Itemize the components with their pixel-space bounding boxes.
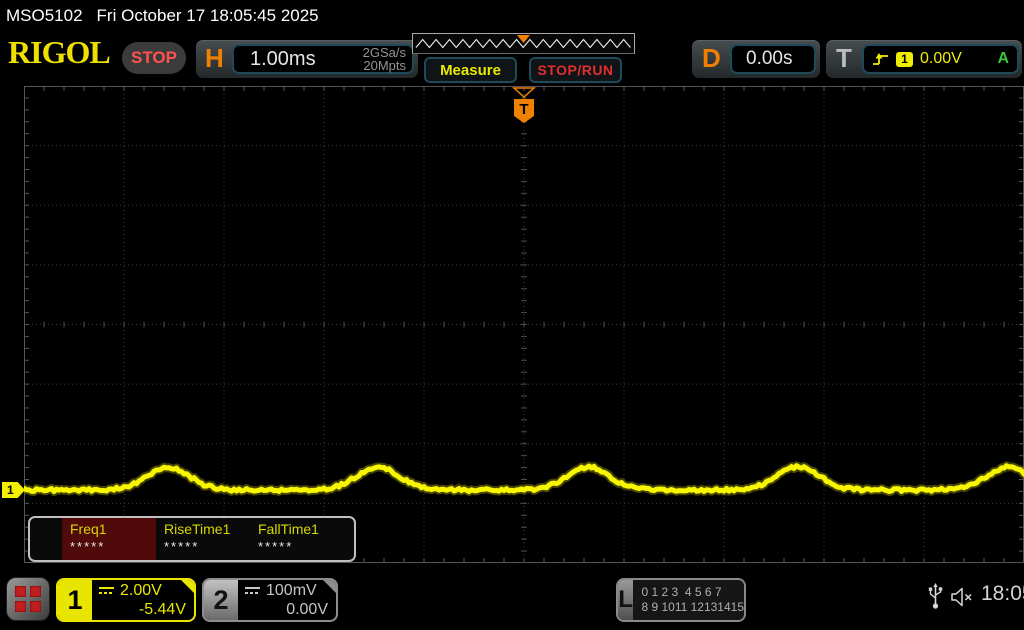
bottom-bar: 1 2.00V -5.44V 2	[0, 570, 1024, 630]
logic-label: L	[618, 580, 633, 620]
rigol-logo: RIGOL	[8, 34, 110, 71]
horizontal-settings-button[interactable]: H 1.00ms 2GSa/s 20Mpts	[196, 40, 418, 78]
quick-menu-button[interactable]	[6, 577, 50, 621]
measurement-panel[interactable]: Freq1 ***** RiseTime1 ***** FallTime1 **…	[28, 516, 356, 562]
sample-rate-memdepth: 2GSa/s 20Mpts	[363, 46, 406, 72]
channel2-status-button[interactable]: 2 100mV 0.00V	[202, 578, 338, 622]
trigger-source-badge: 1	[896, 52, 913, 67]
delay-label: D	[702, 43, 721, 74]
logic-channels-button[interactable]: L 0 1 2 3 4 5 6 7 8 9 1011 12131415	[616, 578, 746, 622]
toolbar: RIGOL STOP H 1.00ms 2GSa/s 20Mpts Measur…	[0, 32, 1024, 86]
channel2-scale: 100mV	[266, 581, 317, 600]
waveform-overview-strip[interactable]	[412, 33, 635, 54]
svg-text:T: T	[519, 101, 528, 118]
measurement-item-freq1[interactable]: Freq1 *****	[62, 518, 156, 560]
usb-icon	[928, 583, 943, 611]
channel1-number: 1	[58, 580, 92, 620]
trigger-level-value: 0.00V	[920, 50, 962, 68]
channel1-scale: 2.00V	[120, 581, 162, 600]
channel1-offset: -5.44V	[98, 600, 186, 619]
horizontal-label: H	[205, 43, 224, 74]
channel2-corner-notch	[323, 580, 336, 593]
measurement-item-falltime1[interactable]: FallTime1 *****	[250, 518, 344, 560]
oscilloscope-screen: MSO5102 Fri October 17 18:05:45 2025 RIG…	[0, 0, 1024, 630]
run-state-indicator[interactable]: STOP	[122, 42, 186, 74]
menu-grid-icon	[15, 586, 41, 612]
datetime-text: Fri October 17 18:05:45 2025	[97, 6, 319, 26]
timebase-value: 1.00ms	[250, 48, 316, 71]
dc-coupling-icon	[98, 585, 115, 596]
trigger-label: T	[836, 43, 852, 74]
measure-button[interactable]: Measure	[424, 57, 517, 83]
measurement-item-risetime1[interactable]: RiseTime1 *****	[156, 518, 250, 560]
status-bar: MSO5102 Fri October 17 18:05:45 2025	[0, 0, 1024, 32]
channel2-number: 2	[204, 580, 238, 620]
delay-value: 0.00s	[746, 48, 792, 70]
trigger-settings-button[interactable]: T 1 0.00V A	[826, 40, 1022, 78]
logic-channel-numbers: 0 1 2 3 4 5 6 7 8 9 1011 12131415	[633, 580, 744, 620]
channel2-offset: 0.00V	[244, 600, 328, 619]
clock-text: 18:05	[981, 582, 1024, 606]
trigger-mode-auto: A	[997, 50, 1009, 68]
overview-zigzag-icon	[413, 34, 634, 53]
speaker-muted-icon	[950, 587, 974, 607]
channel1-corner-notch	[181, 580, 194, 593]
stop-run-button[interactable]: STOP/RUN	[529, 57, 622, 83]
grid-and-waveform: T	[24, 86, 1024, 563]
trigger-slope-rising-icon	[872, 52, 889, 67]
model-name: MSO5102	[6, 6, 83, 26]
dc-coupling-icon	[244, 585, 261, 596]
graticule-area: T	[24, 86, 1024, 563]
channel1-offset-marker[interactable]: 1	[2, 482, 25, 498]
channel1-status-button[interactable]: 1 2.00V -5.44V	[56, 578, 196, 622]
delay-settings-button[interactable]: D 0.00s	[692, 40, 820, 78]
